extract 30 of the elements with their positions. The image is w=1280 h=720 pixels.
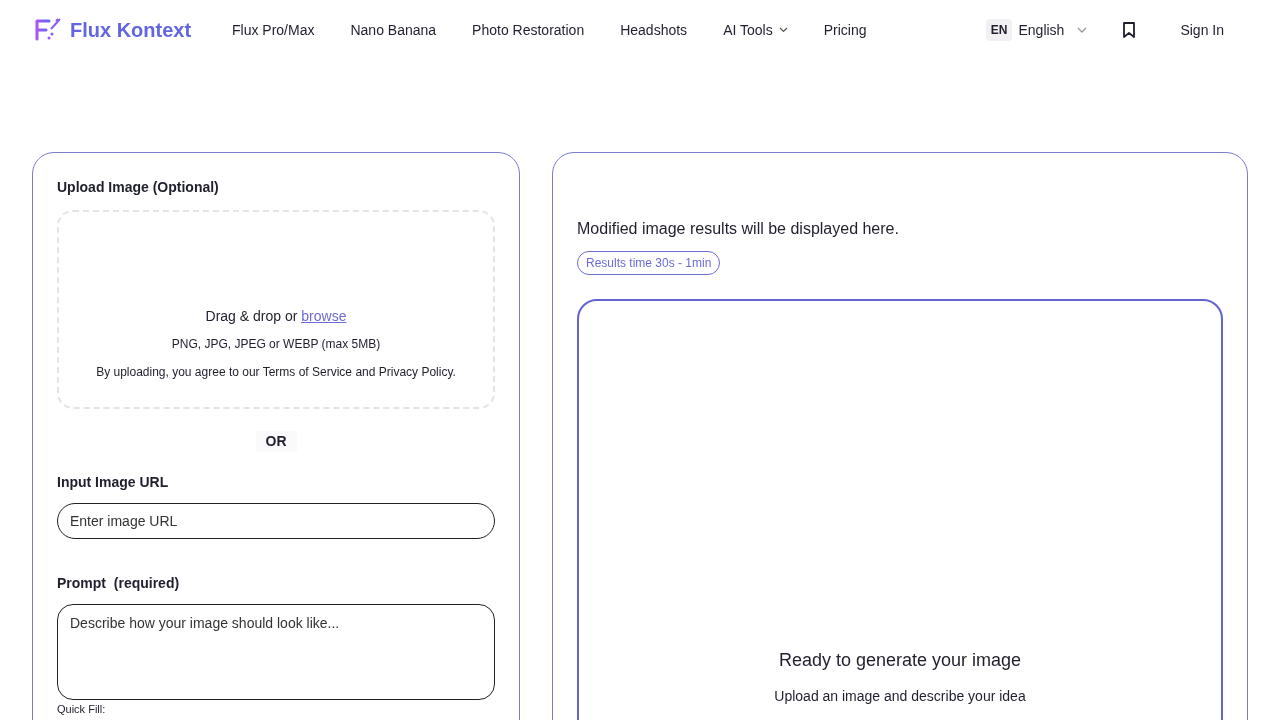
upload-title: Upload Image (Optional)	[57, 178, 220, 197]
nav-link[interactable]: Nano Banana	[350, 19, 437, 41]
upload-dropzone[interactable]: Drag & drop or browse PNG, JPG, JPEG or WEBP (max 5MB) By uploading, you agree to our Terms of Service and Privacy Policy.	[57, 210, 495, 409]
sign-in-button[interactable]: Sign In	[1180, 19, 1224, 41]
language-selector[interactable]: EN English	[985, 19, 1089, 41]
ready-subtitle: Upload an image and describe your idea	[774, 687, 1026, 706]
browse-link[interactable]: browse	[301, 308, 347, 324]
prompt-label: Prompt (required)	[57, 574, 181, 593]
terms-text: By uploading, you agree to our Terms of Service and Privacy Policy.	[96, 364, 456, 381]
or-divider-label: OR	[255, 431, 297, 452]
language-code: EN	[985, 19, 1013, 41]
chevron-down-icon	[778, 27, 788, 33]
chevron-down-icon	[1076, 26, 1089, 34]
nav-link[interactable]: Flux Pro/Max	[232, 19, 315, 41]
nav-link[interactable]: Pricing	[823, 19, 867, 41]
quick-fill-label: Quick Fill:	[57, 703, 107, 715]
nav-link[interactable]: Photo Restoration	[472, 19, 585, 41]
prompt-field[interactable]: Describe how your image should look like...	[57, 604, 495, 700]
results-message: Modified image results will be displayed here.	[577, 219, 900, 239]
logo-icon	[34, 17, 62, 43]
language-label: English	[1018, 20, 1065, 40]
image-url-field[interactable]: Enter image URL	[57, 503, 495, 539]
formats-text: PNG, JPG, JPEG or WEBP (max 5MB)	[171, 336, 381, 353]
nav-link[interactable]: Headshots	[620, 19, 688, 41]
url-label: Input Image URL	[57, 473, 170, 492]
drop-instruction: Drag & drop or browse	[205, 307, 347, 326]
nav-dropdown[interactable]: AI Tools	[723, 19, 788, 41]
ready-title: Ready to generate your image	[778, 649, 1022, 672]
bookmark-icon[interactable]	[1122, 22, 1137, 38]
brand-name[interactable]: Flux Kontext	[70, 15, 192, 45]
